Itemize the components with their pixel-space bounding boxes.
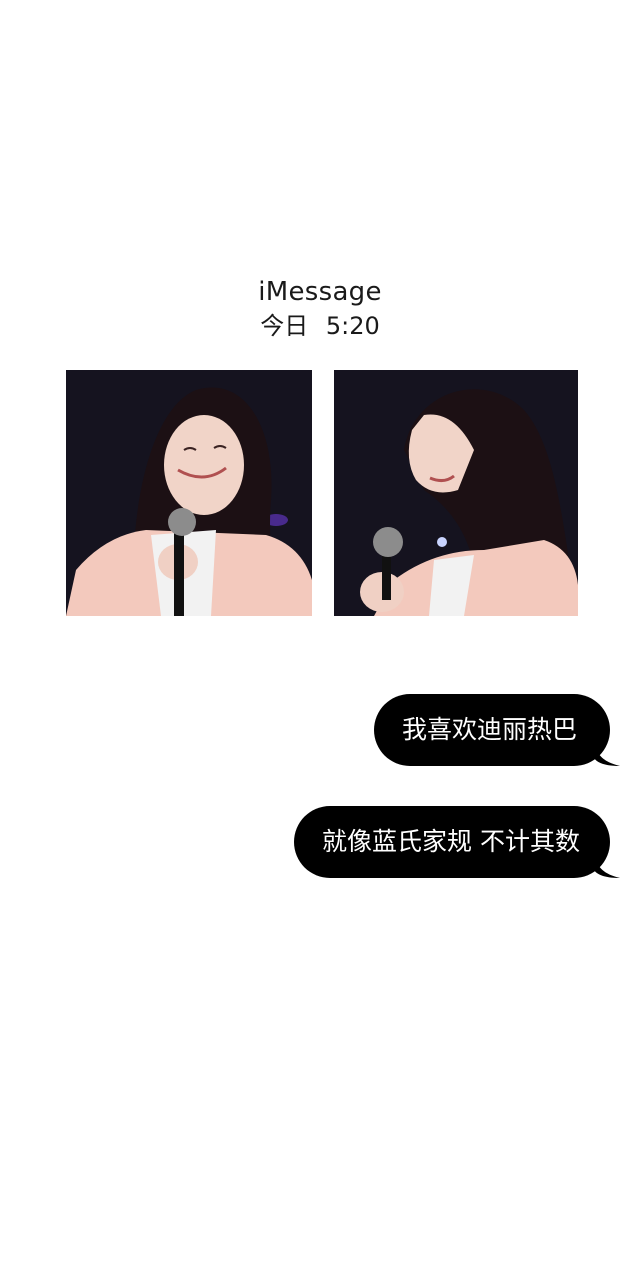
message-bubble[interactable]: 就像蓝氏家规 不计其数 (294, 806, 620, 878)
photo-performer-smiling-image (66, 370, 312, 616)
timestamp: 今日 5:20 (260, 312, 380, 340)
conversation-header: iMessage 今日 5:20 (0, 274, 640, 342)
bubble-tail-icon (594, 744, 620, 766)
photo-attachment-right[interactable] (334, 370, 578, 616)
photo-attachment-left[interactable] (66, 370, 312, 616)
message-text: 我喜欢迪丽热巴 (402, 715, 578, 744)
bubble-tail-icon (594, 856, 620, 878)
message-text: 就像蓝氏家规 不计其数 (322, 827, 580, 856)
service-label: iMessage (258, 277, 382, 307)
message-bubble[interactable]: 我喜欢迪丽热巴 (374, 694, 620, 766)
photo-performer-profile-image (334, 370, 578, 616)
